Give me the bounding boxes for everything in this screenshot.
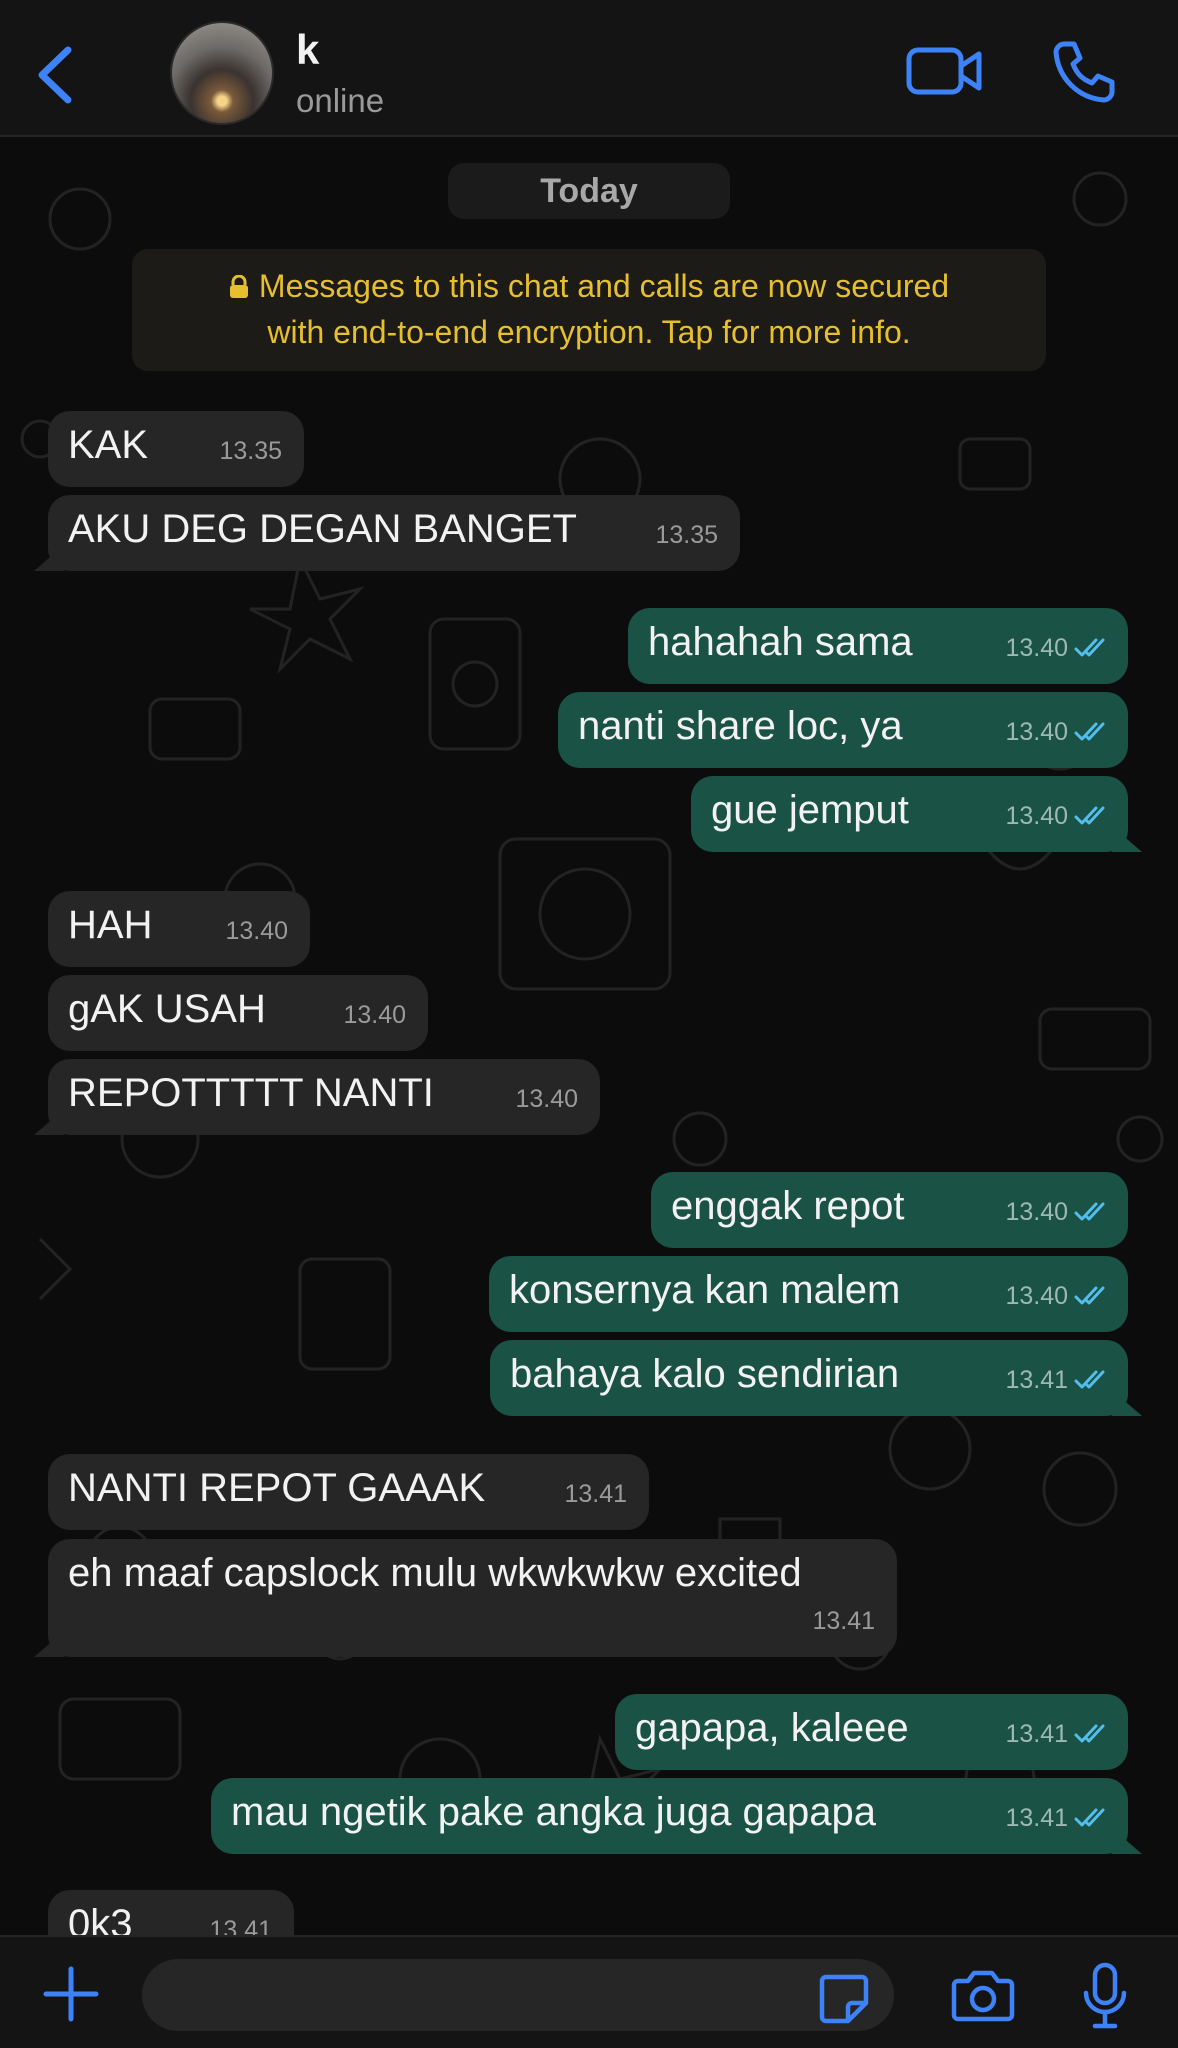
camera-icon bbox=[951, 1970, 1015, 2022]
message-time: 13.40 bbox=[343, 1001, 406, 1029]
message-time: 13.40 bbox=[1005, 1198, 1068, 1226]
message-text: eh maaf capslock mulu wkwkwkw excited bbox=[68, 1551, 802, 1595]
message-text: nanti share loc, ya bbox=[578, 704, 903, 748]
message-time: 13.41 bbox=[812, 1607, 875, 1635]
message-outgoing[interactable]: mau ngetik pake angka juga gapapa 13.41 bbox=[211, 1778, 1128, 1854]
message-text: AKU DEG DEGAN BANGET bbox=[68, 507, 577, 551]
camera-button[interactable] bbox=[950, 1967, 1016, 2023]
double-check-icon bbox=[1074, 1808, 1105, 1827]
message-text: bahaya kalo sendirian bbox=[510, 1352, 900, 1396]
voice-call-button[interactable] bbox=[1050, 38, 1116, 104]
message-outgoing[interactable]: hahahah sama 13.40 bbox=[628, 608, 1128, 684]
message-outgoing[interactable]: konsernya kan malem 13.40 bbox=[489, 1256, 1128, 1332]
back-button[interactable] bbox=[28, 40, 88, 110]
message-outgoing[interactable]: gue jemput 13.40 bbox=[691, 776, 1128, 852]
sticker-icon bbox=[819, 1974, 869, 2024]
date-separator: Today bbox=[448, 163, 730, 219]
message-text: 0k3 bbox=[68, 1902, 133, 1935]
message-text: REPOTTTTT NANTI bbox=[68, 1071, 434, 1115]
message-time: 13.40 bbox=[1005, 802, 1068, 830]
message-incoming[interactable]: KAK 13.35 bbox=[48, 411, 304, 487]
message-text: gue jemput bbox=[711, 788, 909, 832]
message-outgoing[interactable]: bahaya kalo sendirian 13.41 bbox=[490, 1340, 1128, 1416]
message-text: HAH bbox=[68, 903, 153, 947]
attach-button[interactable] bbox=[40, 1963, 102, 2025]
encryption-notice[interactable]: Messages to this chat and calls are now … bbox=[132, 249, 1046, 371]
message-time: 13.40 bbox=[1005, 1282, 1068, 1310]
lock-icon bbox=[229, 275, 248, 298]
message-incoming[interactable]: 0k3 13.41 bbox=[48, 1890, 294, 1935]
double-check-icon bbox=[1074, 722, 1105, 741]
double-check-icon bbox=[1074, 1724, 1105, 1743]
message-time: 13.35 bbox=[655, 521, 718, 549]
message-time: 13.40 bbox=[515, 1085, 578, 1113]
message-text: enggak repot bbox=[671, 1184, 905, 1228]
message-time: 13.40 bbox=[225, 917, 288, 945]
message-incoming[interactable]: eh maaf capslock mulu wkwkwkw excited 13… bbox=[48, 1539, 897, 1657]
message-text: gAK USAH bbox=[68, 987, 266, 1031]
contact-status: online bbox=[296, 82, 385, 119]
contact-name[interactable]: k bbox=[296, 26, 319, 74]
message-time: 13.41 bbox=[564, 1480, 627, 1508]
message-outgoing[interactable]: enggak repot 13.40 bbox=[651, 1172, 1128, 1248]
message-incoming[interactable]: gAK USAH 13.40 bbox=[48, 975, 428, 1051]
contact-avatar[interactable] bbox=[170, 21, 274, 125]
double-check-icon bbox=[1074, 1370, 1105, 1389]
message-text: konsernya kan malem bbox=[509, 1268, 901, 1312]
message-incoming[interactable]: NANTI REPOT GAAAK 13.41 bbox=[48, 1454, 649, 1530]
message-outgoing[interactable]: gapapa, kaleee 13.41 bbox=[615, 1694, 1128, 1770]
message-incoming[interactable]: HAH 13.40 bbox=[48, 891, 310, 967]
message-time: 13.40 bbox=[1005, 718, 1068, 746]
message-time: 13.40 bbox=[1005, 634, 1068, 662]
message-incoming[interactable]: AKU DEG DEGAN BANGET 13.35 bbox=[48, 495, 740, 571]
message-text: hahahah sama bbox=[648, 620, 913, 664]
message-incoming[interactable]: REPOTTTTT NANTI 13.40 bbox=[48, 1059, 600, 1135]
phone-icon bbox=[1053, 41, 1115, 103]
plus-icon bbox=[43, 1966, 99, 2022]
message-text: NANTI REPOT GAAAK bbox=[68, 1466, 486, 1510]
voice-record-button[interactable] bbox=[1082, 1961, 1128, 2031]
encryption-notice-line1: Messages to this chat and calls are now … bbox=[132, 263, 1046, 309]
encryption-line1-text: Messages to this chat and calls are now … bbox=[258, 268, 950, 304]
double-check-icon bbox=[1074, 638, 1105, 657]
microphone-icon bbox=[1083, 1962, 1127, 2029]
message-text: KAK bbox=[68, 423, 149, 467]
message-composer bbox=[0, 1935, 1178, 2048]
double-check-icon bbox=[1074, 1286, 1105, 1305]
chevron-left-icon bbox=[38, 46, 72, 104]
message-time: 13.41 bbox=[1005, 1804, 1068, 1832]
message-time: 13.41 bbox=[1005, 1366, 1068, 1394]
double-check-icon bbox=[1074, 806, 1105, 825]
encryption-notice-line2: with end-to-end encryption. Tap for more… bbox=[267, 314, 911, 350]
message-text: gapapa, kaleee bbox=[635, 1706, 909, 1750]
video-camera-icon bbox=[906, 47, 982, 95]
video-call-button[interactable] bbox=[905, 40, 985, 102]
message-input[interactable] bbox=[142, 1959, 894, 2031]
message-outgoing[interactable]: nanti share loc, ya 13.40 bbox=[558, 692, 1128, 768]
message-text: mau ngetik pake angka juga gapapa bbox=[231, 1790, 876, 1834]
message-time: 13.41 bbox=[209, 1916, 272, 1935]
message-time: 13.35 bbox=[219, 437, 282, 465]
message-time: 13.41 bbox=[1005, 1720, 1068, 1748]
chat-header: k online bbox=[0, 0, 1178, 137]
chat-messages-area[interactable]: Today Messages to this chat and calls ar… bbox=[0, 139, 1178, 1935]
sticker-button[interactable] bbox=[818, 1973, 870, 2025]
double-check-icon bbox=[1074, 1202, 1105, 1221]
